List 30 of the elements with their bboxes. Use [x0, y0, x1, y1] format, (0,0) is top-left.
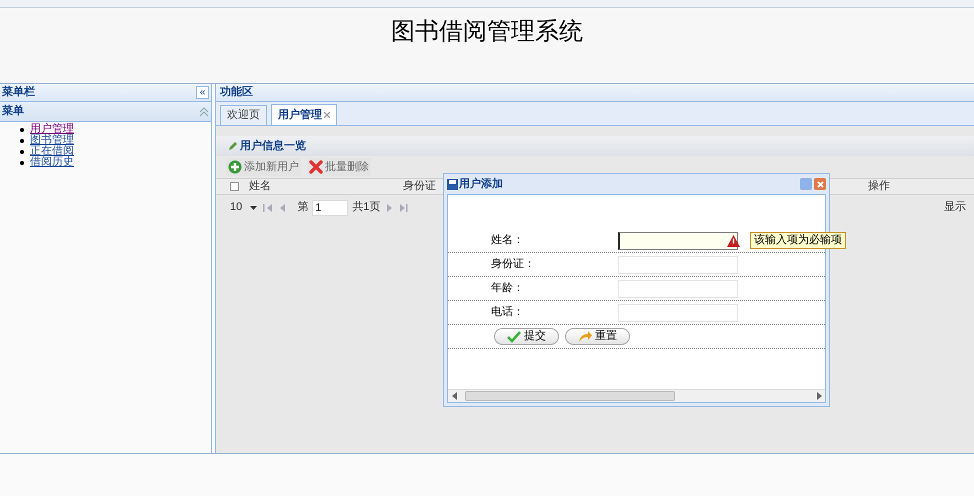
dialog-button[interactable]: 重置 — [565, 328, 630, 345]
menu-link[interactable]: 用户管理 — [30, 124, 74, 135]
collapse-button[interactable]: « — [196, 86, 209, 99]
field-label: 姓名： — [490, 233, 525, 248]
dialog-button[interactable]: 提交 — [494, 328, 559, 345]
sidebar-title: 菜单栏 — [2, 84, 35, 100]
tab[interactable]: 用户管理 — [271, 104, 337, 125]
list-title: 用户信息一览 — [240, 138, 306, 154]
dialog-title: 用户添加 — [459, 176, 503, 192]
toolbar-button[interactable]: 添加新用户 — [226, 158, 301, 176]
field-label: 身份证： — [490, 257, 536, 272]
column-header: 姓名 — [249, 179, 271, 194]
menu-link[interactable]: 借阅历史 — [30, 157, 74, 168]
error-tooltip: 该输入项为必输项 — [750, 232, 846, 249]
field-label: 年龄： — [490, 281, 525, 296]
page-total: 共1页 — [352, 200, 380, 216]
column-header: 身份证 — [403, 179, 436, 194]
menu-section-title: 菜单 — [2, 104, 24, 120]
pager-info: 显示 — [944, 200, 966, 216]
field-label: 电话： — [490, 305, 525, 320]
page-size-select[interactable]: 10 — [228, 199, 260, 216]
panel-title: 功能区 — [220, 84, 253, 100]
column-header: 操作 — [868, 179, 890, 194]
menu-link[interactable]: 正在借阅 — [30, 146, 74, 157]
page-title: 图书借阅管理系统 — [391, 16, 583, 46]
tab[interactable]: 欢迎页 — [220, 105, 267, 125]
menu-link[interactable]: 图书管理 — [30, 135, 74, 146]
page-input[interactable]: 1 — [312, 200, 348, 216]
page-label: 第 — [297, 200, 308, 216]
toolbar-button[interactable]: 批量删除 — [307, 158, 371, 176]
